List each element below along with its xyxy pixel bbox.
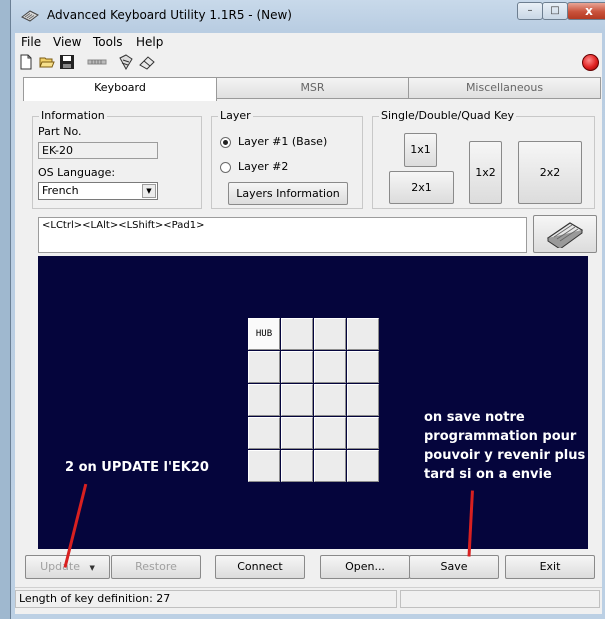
key-cell[interactable] [314, 318, 346, 350]
save-annotation-line: pouvoir y revenir plus [424, 448, 586, 463]
key-cell[interactable] [314, 450, 346, 482]
save-annotation-line: programmation pour [424, 429, 577, 444]
toolbar [15, 51, 602, 73]
menu-view[interactable]: View [53, 35, 81, 49]
update-button-label: Update [40, 560, 80, 573]
key-cell[interactable] [347, 318, 379, 350]
layer-group-label: Layer [218, 109, 253, 122]
window-title: Advanced Keyboard Utility 1.1R5 - (New) [47, 8, 292, 22]
menu-bar: File View Tools Help [15, 33, 602, 51]
app-window: Advanced Keyboard Utility 1.1R5 - (New) … [10, 0, 605, 619]
key-definition-field[interactable]: <LCtrl><LAlt><LShift><Pad1> [38, 217, 527, 253]
menu-file[interactable]: File [21, 35, 41, 49]
update-annotation: 2 on UPDATE l'EK20 [65, 460, 209, 475]
key-cell[interactable] [248, 417, 280, 449]
stop-icon[interactable] [582, 54, 599, 71]
dropdown-arrow-icon[interactable]: ▼ [89, 564, 94, 572]
keyboard-edit-button[interactable] [533, 215, 597, 253]
information-group-label: Information [39, 109, 107, 122]
save-annotation: on save notre programmation pour pouvoir… [424, 408, 585, 484]
keyboard-layout-canvas[interactable]: HUB 2 on UPDATE l'EK20 on save notre pro… [38, 256, 588, 549]
chevron-down-icon[interactable]: ▼ [142, 184, 156, 198]
status-bar: Length of key definition: 27 [15, 587, 602, 610]
tab-miscellaneous[interactable]: Miscellaneous [408, 77, 601, 99]
save-button[interactable]: Save [409, 555, 499, 579]
tab-keyboard[interactable]: Keyboard [23, 77, 217, 101]
key-cell[interactable] [347, 450, 379, 482]
key-size-group: Single/Double/Quad Key 1x1 2x1 1x2 2x2 [372, 109, 595, 209]
tab-msr[interactable]: MSR [216, 77, 409, 99]
layer-group: Layer Layer #1 (Base) Layer #2 Layers In… [211, 109, 363, 209]
status-empty [400, 590, 600, 608]
save-annotation-line: on save notre [424, 410, 525, 425]
layer2-label[interactable]: Layer #2 [238, 160, 288, 173]
menu-help[interactable]: Help [136, 35, 163, 49]
status-length: Length of key definition: 27 [15, 590, 397, 608]
key-size-1x2-button[interactable]: 1x2 [469, 141, 502, 204]
connect-button[interactable]: Connect [215, 555, 305, 579]
key-cell[interactable] [281, 384, 313, 416]
key-grid: HUB [248, 318, 380, 483]
part-no-label: Part No. [38, 125, 82, 138]
key-cell[interactable] [248, 351, 280, 383]
key-cell[interactable] [347, 351, 379, 383]
key-hub[interactable]: HUB [248, 318, 280, 350]
menu-tools[interactable]: Tools [93, 35, 123, 49]
close-button[interactable]: x [567, 2, 605, 20]
key-cell[interactable] [281, 450, 313, 482]
layers-information-button[interactable]: Layers Information [228, 182, 348, 205]
save-annotation-line: tard si on a envie [424, 467, 552, 482]
part-no-field[interactable]: EK-20 [38, 142, 158, 159]
key-cell[interactable] [314, 384, 346, 416]
minimize-button[interactable]: – [517, 2, 543, 20]
key-cell[interactable] [314, 351, 346, 383]
layer2-radio[interactable] [220, 162, 231, 173]
layer1-label[interactable]: Layer #1 (Base) [238, 135, 327, 148]
os-language-value: French [42, 184, 79, 197]
keyboard-icon [546, 222, 584, 250]
key-cell[interactable] [248, 384, 280, 416]
maximize-button[interactable]: □ [542, 2, 568, 20]
key-size-2x2-button[interactable]: 2x2 [518, 141, 582, 204]
key-cell[interactable] [281, 351, 313, 383]
eraser-icon[interactable] [139, 54, 155, 70]
key-cell[interactable] [314, 417, 346, 449]
restore-button[interactable]: Restore [111, 555, 201, 579]
key-cell[interactable] [281, 318, 313, 350]
key-cell[interactable] [248, 450, 280, 482]
key-cell[interactable] [281, 417, 313, 449]
keyboard-icon[interactable] [118, 54, 134, 70]
key-size-group-label: Single/Double/Quad Key [379, 109, 516, 122]
key-cell[interactable] [347, 384, 379, 416]
tab-strip: Keyboard MSR Miscellaneous [23, 77, 601, 101]
main-panel: Keyboard MSR Miscellaneous Information P… [15, 73, 602, 614]
layer1-radio[interactable] [220, 137, 231, 148]
save-disk-icon[interactable] [59, 54, 75, 70]
exit-button[interactable]: Exit [505, 555, 595, 579]
os-language-select[interactable]: French ▼ [38, 182, 158, 200]
os-language-label: OS Language: [38, 166, 116, 179]
keyboard-app-icon [21, 10, 39, 22]
open-folder-icon[interactable] [39, 54, 55, 70]
new-document-icon[interactable] [18, 54, 34, 70]
key-size-1x1-button[interactable]: 1x1 [404, 133, 437, 167]
open-button[interactable]: Open... [320, 555, 410, 579]
information-group: Information Part No. EK-20 OS Language: … [32, 109, 202, 209]
key-cell[interactable] [347, 417, 379, 449]
magstripe-icon[interactable] [87, 54, 107, 70]
key-size-2x1-button[interactable]: 2x1 [389, 171, 454, 204]
title-bar: Advanced Keyboard Utility 1.1R5 - (New) … [11, 0, 605, 32]
